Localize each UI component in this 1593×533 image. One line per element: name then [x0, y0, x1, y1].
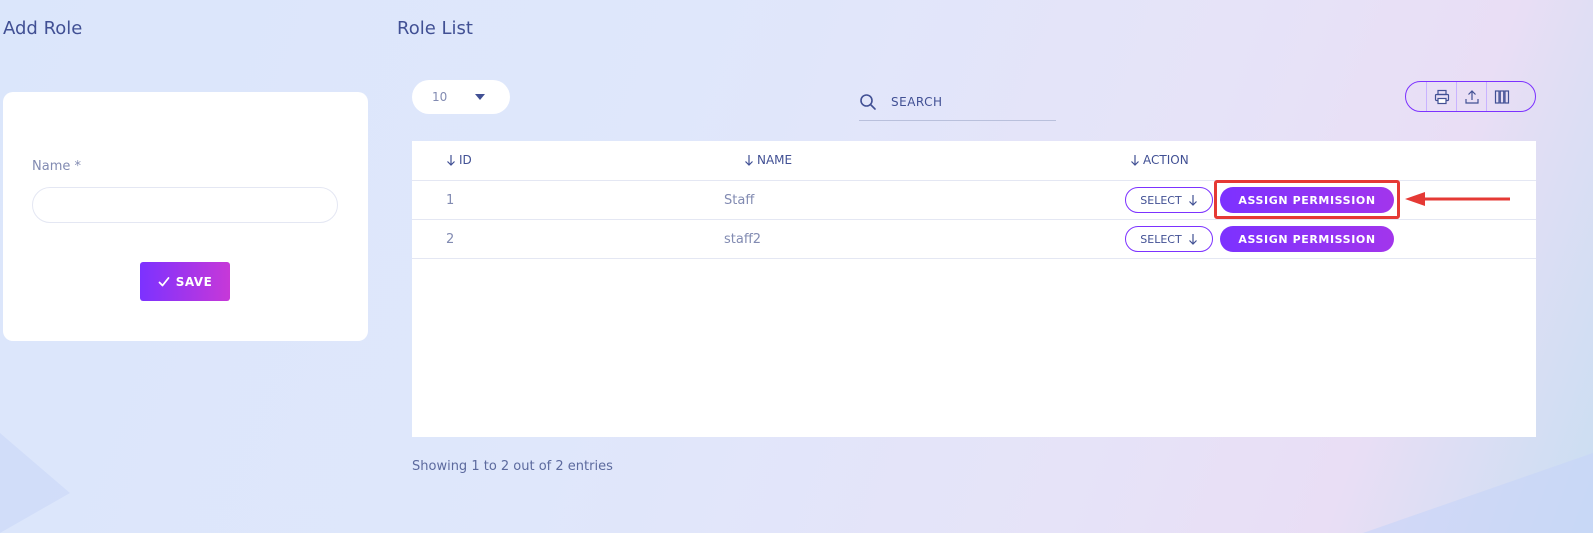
arrow-down-icon	[1188, 195, 1197, 206]
print-button[interactable]	[1426, 82, 1456, 111]
sort-arrow-icon	[447, 155, 455, 166]
column-header-name-label: NAME	[757, 153, 793, 167]
cell-id: 1	[446, 193, 455, 208]
save-button[interactable]: SAVE	[140, 262, 230, 301]
columns-icon	[1494, 89, 1509, 104]
cell-id: 2	[446, 232, 455, 247]
background-decoration-right	[1363, 453, 1593, 533]
select-button[interactable]: SELECT	[1125, 187, 1213, 213]
name-label: Name *	[32, 159, 81, 174]
assign-permission-button[interactable]: ASSIGN PERMISSION	[1220, 226, 1394, 252]
search-input[interactable]	[891, 95, 1041, 109]
save-label: SAVE	[175, 274, 213, 289]
cell-name: staff2	[724, 232, 762, 247]
column-header-action-label: ACTION	[1143, 153, 1189, 167]
select-button[interactable]: SELECT	[1125, 226, 1213, 252]
select-label: SELECT	[1140, 232, 1182, 246]
table-row: 2 staff2 SELECT ASSIGN PERMISSION	[412, 220, 1536, 259]
page-size-value: 10	[432, 90, 448, 104]
table-info: Showing 1 to 2 out of 2 entries	[412, 459, 613, 474]
export-button[interactable]	[1456, 82, 1486, 111]
role-list-title: Role List	[397, 18, 473, 39]
add-role-title: Add Role	[3, 18, 83, 39]
add-role-card: Name * SAVE	[3, 92, 368, 341]
sort-arrow-icon	[745, 155, 753, 166]
select-label: SELECT	[1140, 193, 1182, 207]
arrow-down-icon	[1188, 234, 1197, 245]
print-icon	[1434, 89, 1449, 104]
column-header-id[interactable]: ID	[446, 153, 472, 167]
annotation-arrow-icon	[1405, 192, 1510, 206]
export-icon	[1464, 89, 1479, 104]
name-input[interactable]	[32, 187, 338, 223]
table-tools	[1405, 81, 1536, 112]
sort-arrow-icon	[1131, 155, 1139, 166]
tool-spacer	[1406, 82, 1426, 111]
search-icon	[860, 94, 876, 110]
table-header: ID NAME ACTION	[412, 141, 1536, 181]
caret-down-icon	[475, 94, 485, 100]
column-header-action[interactable]: ACTION	[1130, 153, 1189, 167]
columns-button[interactable]	[1486, 82, 1516, 111]
page-size-select[interactable]: 10	[412, 80, 510, 114]
annotation-highlight-box	[1214, 180, 1400, 219]
background-decoration-left	[0, 433, 70, 533]
check-icon	[158, 276, 170, 286]
cell-name: Staff	[724, 193, 755, 208]
search-box	[859, 84, 1056, 121]
column-header-name[interactable]: NAME	[744, 153, 792, 167]
column-header-id-label: ID	[459, 153, 472, 167]
